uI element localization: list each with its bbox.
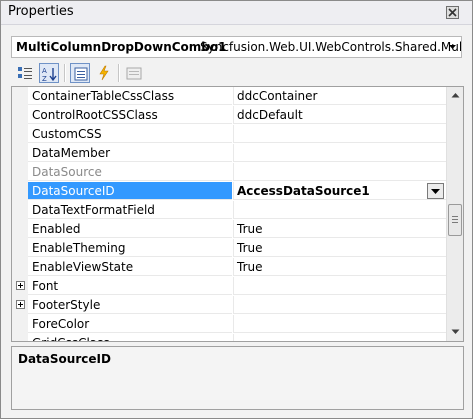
property-row[interactable]: DataTextFormatField [12, 201, 446, 220]
property-value[interactable] [233, 201, 446, 219]
property-value[interactable]: ddcDefault [233, 106, 446, 124]
property-value[interactable]: AccessDataSource1 [233, 182, 446, 200]
property-value[interactable] [233, 315, 446, 333]
property-value[interactable] [233, 277, 446, 295]
properties-window: Properties MultiColumnDropDownCombo1 Syn… [0, 0, 473, 419]
alphabetical-button[interactable]: A Z [39, 63, 59, 83]
expand-icon[interactable] [16, 300, 25, 309]
property-name: ControlRootCSSClass [28, 106, 232, 124]
property-pages-icon [126, 67, 142, 80]
title-bar: Properties [1, 1, 472, 25]
property-row[interactable]: Enabled True [12, 220, 446, 239]
property-value [233, 163, 446, 181]
toolbar-separator [64, 64, 66, 82]
description-title: DataSourceID [18, 352, 111, 366]
property-grid: ContainerTableCssClass ddcContainer Cont… [11, 86, 464, 342]
property-row[interactable]: ContainerTableCssClass ddcContainer [12, 87, 446, 106]
vertical-scrollbar[interactable] [446, 87, 463, 341]
svg-text:Z: Z [42, 75, 47, 82]
categorized-button[interactable] [15, 63, 35, 83]
toolbar-separator [118, 64, 120, 82]
property-row[interactable]: DataSource [12, 163, 446, 182]
events-icon [99, 65, 109, 81]
property-row[interactable]: Font [12, 277, 446, 296]
property-name: EnableViewState [28, 258, 232, 276]
description-pane: DataSourceID [11, 346, 464, 410]
property-name: Enabled [28, 220, 232, 238]
property-name: CustomCSS [28, 125, 232, 143]
alphabetical-icon: A Z [42, 67, 57, 82]
property-name: DataTextFormatField [28, 201, 232, 219]
property-row[interactable]: DataMember [12, 144, 446, 163]
properties-icon [74, 67, 88, 81]
chevron-down-icon [449, 45, 456, 49]
object-type: Syncfusion.Web.UI.WebControls.Shared.Mul… [200, 40, 462, 54]
property-row[interactable]: ControlRootCSSClass ddcDefault [12, 106, 446, 125]
property-name: ForeColor [28, 315, 232, 333]
property-name: DataMember [28, 144, 232, 162]
object-name: MultiColumnDropDownCombo1 [16, 40, 227, 54]
property-value[interactable] [233, 334, 446, 341]
property-name: GridCssClass [28, 334, 232, 341]
property-name: EnableTheming [28, 239, 232, 257]
property-value[interactable]: True [233, 220, 446, 238]
property-value[interactable]: ddcContainer [233, 87, 446, 105]
property-value[interactable] [233, 296, 446, 314]
property-row[interactable]: GridCssClass [12, 334, 446, 341]
property-row-selected[interactable]: DataSourceID AccessDataSource1 [12, 182, 446, 201]
expand-icon[interactable] [16, 281, 25, 290]
property-value[interactable] [233, 144, 446, 162]
window-title: Properties [8, 4, 74, 19]
property-name: DataSource [28, 163, 232, 181]
property-name: ContainerTableCssClass [28, 87, 232, 105]
property-row[interactable]: CustomCSS [12, 125, 446, 144]
object-selector[interactable]: MultiColumnDropDownCombo1 Syncfusion.Web… [11, 36, 462, 58]
property-pages-button [124, 63, 144, 83]
property-name: Font [28, 277, 232, 295]
property-value[interactable] [233, 125, 446, 143]
property-value[interactable]: True [233, 258, 446, 276]
svg-text:A: A [42, 67, 47, 75]
property-name: DataSourceID [28, 182, 232, 200]
categorized-icon [18, 67, 32, 79]
property-value[interactable]: True [233, 239, 446, 257]
events-button[interactable] [94, 63, 114, 83]
toolbar: A Z [11, 61, 462, 85]
scrollbar-thumb[interactable] [448, 204, 462, 236]
value-dropdown-button[interactable] [427, 183, 444, 199]
property-row[interactable]: EnableViewState True [12, 258, 446, 277]
close-button[interactable] [446, 6, 459, 19]
property-name: FooterStyle [28, 296, 232, 314]
scroll-down-arrow-icon[interactable] [448, 324, 463, 339]
scroll-up-arrow-icon[interactable] [448, 88, 463, 103]
close-icon [448, 8, 457, 17]
property-row[interactable]: EnableTheming True [12, 239, 446, 258]
chevron-down-icon [431, 189, 440, 194]
properties-button[interactable] [70, 63, 90, 83]
property-row[interactable]: FooterStyle [12, 296, 446, 315]
property-row[interactable]: ForeColor [12, 315, 446, 334]
